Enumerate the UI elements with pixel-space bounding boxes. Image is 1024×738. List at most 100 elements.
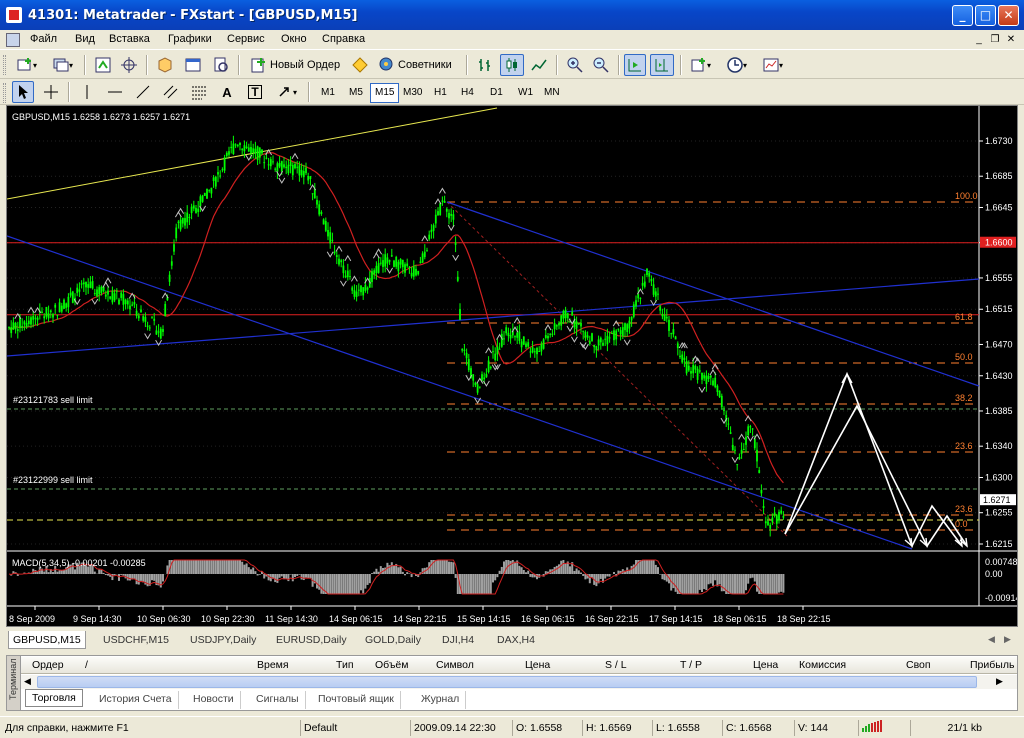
col-profit[interactable]: Прибыль — [970, 659, 1014, 671]
drawing-toolbar: A T ▾ M1 M5 M15 M30 H1 H4 D1 W1 MN — [0, 79, 1024, 105]
mdi-restore-button[interactable]: ❐ — [988, 33, 1002, 46]
metaeditor-button[interactable] — [350, 54, 370, 76]
cursor-tool[interactable] — [12, 81, 34, 103]
chart-tab-usdchf[interactable]: USDCHF,M15 — [99, 631, 173, 649]
terminal-tab-trade[interactable]: Торговля — [25, 689, 83, 707]
text-tool[interactable]: A — [216, 81, 238, 103]
fractal-marker — [570, 336, 578, 343]
fractal-marker — [144, 333, 152, 340]
arrows-tool[interactable]: ▾ — [272, 81, 302, 103]
menu-tools[interactable]: Сервис — [227, 33, 265, 45]
chart-tab-eurusd[interactable]: EURUSD,Daily — [272, 631, 351, 649]
menu-insert[interactable]: Вставка — [109, 33, 150, 45]
zoom-in-button[interactable] — [564, 54, 586, 76]
price-body — [276, 163, 279, 172]
timeframe-h4[interactable]: H4 — [456, 83, 479, 103]
vertical-line-tool[interactable] — [76, 81, 98, 103]
price-body — [307, 175, 310, 181]
col-volume[interactable]: Объём — [375, 659, 408, 671]
menu-help[interactable]: Справка — [322, 33, 365, 45]
text-label-tool[interactable]: T — [244, 81, 266, 103]
price-body — [360, 285, 362, 293]
candlestick-button[interactable] — [500, 54, 524, 76]
price-body — [489, 367, 492, 369]
terminal-tab-news[interactable]: Новости — [187, 691, 241, 709]
col-current-price[interactable]: Цена — [753, 659, 778, 671]
line-chart-button[interactable] — [528, 54, 550, 76]
col-sl[interactable]: S / L — [605, 659, 627, 671]
price-chart[interactable]: 1.6730 1.6685 1.6645 1.6600 1.6555 1.6515 1.64… — [6, 105, 1018, 627]
mdi-close-button[interactable]: ✕ — [1004, 33, 1018, 46]
chart-tab-gold[interactable]: GOLD,Daily — [361, 631, 425, 649]
col-swap[interactable]: Своп — [906, 659, 931, 671]
terminal-side[interactable]: Терминал — [7, 656, 21, 710]
price-body — [232, 143, 235, 155]
zoom-out-button[interactable] — [590, 54, 612, 76]
scroll-thumb[interactable] — [37, 676, 977, 688]
close-button[interactable]: ✕ — [998, 5, 1019, 26]
menu-file[interactable]: Файл — [30, 33, 57, 45]
new-chart-button[interactable]: ▾ — [12, 54, 42, 76]
fibonacci-tool[interactable] — [188, 81, 210, 103]
col-tp[interactable]: T / P — [680, 659, 702, 671]
market-watch-button[interactable] — [92, 54, 114, 76]
price-body — [199, 196, 202, 207]
terminal-tab-signals[interactable]: Сигналы — [250, 691, 306, 709]
col-commission[interactable]: Комиссия — [799, 659, 846, 671]
chart-tab-dax[interactable]: DAX,H4 — [493, 631, 539, 649]
chart-tab-dji[interactable]: DJI,H4 — [438, 631, 478, 649]
autoscroll-button[interactable] — [624, 54, 646, 76]
templates-button[interactable]: ▾ — [758, 54, 788, 76]
price-body — [168, 274, 171, 282]
horizontal-line-tool[interactable] — [104, 81, 126, 103]
channel-tool[interactable] — [160, 81, 182, 103]
new-order-button[interactable]: Новый Ордер — [246, 54, 346, 76]
terminal-tab-mailbox[interactable]: Почтовый ящик — [312, 691, 401, 709]
crosshair-move-button[interactable] — [118, 54, 140, 76]
col-price[interactable]: Цена — [525, 659, 550, 671]
time-label: 18 Sep 22:15 — [777, 614, 831, 624]
col-type[interactable]: Тип — [336, 659, 354, 671]
col-time[interactable]: Время — [257, 659, 289, 671]
timeframe-w1[interactable]: W1 — [513, 83, 538, 103]
menu-charts[interactable]: Графики — [168, 33, 212, 45]
chart-tab-usdjpy[interactable]: USDJPY,Daily — [186, 631, 260, 649]
price-body — [126, 300, 129, 305]
timeframe-d1[interactable]: D1 — [485, 83, 508, 103]
col-order[interactable]: Ордер — [32, 659, 64, 671]
trendline-tool[interactable] — [132, 81, 154, 103]
minimize-button[interactable]: _ — [952, 5, 973, 26]
chart-tab-gbpusd[interactable]: GBPUSD,M15 — [8, 631, 86, 649]
profiles-button[interactable]: ▾ — [48, 54, 78, 76]
terminal-tab-history[interactable]: История Счета — [93, 691, 179, 709]
experts-button[interactable]: Советники — [374, 54, 462, 76]
menu-window[interactable]: Окно — [281, 33, 307, 45]
navigator-button[interactable] — [154, 54, 176, 76]
document-icon[interactable] — [6, 33, 20, 47]
menu-view[interactable]: Вид — [75, 33, 95, 45]
timeframe-mn[interactable]: MN — [539, 83, 565, 103]
scroll-left-icon[interactable]: ◀ — [24, 676, 31, 687]
terminal-hscroll[interactable]: ◀ ▶ — [21, 675, 1017, 689]
strategy-tester-button[interactable] — [210, 54, 232, 76]
indicators-button[interactable]: ▾ — [686, 54, 716, 76]
timeframe-m5[interactable]: M5 — [344, 83, 368, 103]
timeframe-m30[interactable]: M30 — [398, 83, 427, 103]
crosshair-tool[interactable] — [40, 81, 62, 103]
col-symbol[interactable]: Символ — [436, 659, 474, 671]
mdi-minimize-button[interactable]: _ — [972, 33, 986, 46]
bar-chart-button[interactable] — [474, 54, 496, 76]
timeframe-m1[interactable]: M1 — [316, 83, 340, 103]
terminal-button[interactable] — [182, 54, 204, 76]
terminal-tab-journal[interactable]: Журнал — [415, 691, 467, 709]
scroll-right-icon[interactable]: ▶ — [996, 676, 1003, 687]
maximize-button[interactable]: □ — [975, 5, 996, 26]
timeframe-h1[interactable]: H1 — [429, 83, 452, 103]
chart-shift-button[interactable] — [650, 54, 674, 76]
tabs-scroll-left[interactable]: ◀ — [988, 634, 995, 645]
price-body — [742, 448, 745, 450]
price-body — [467, 359, 470, 371]
timeframe-m15[interactable]: M15 — [370, 83, 400, 103]
periods-button[interactable]: ▾ — [722, 54, 752, 76]
tabs-scroll-right[interactable]: ▶ — [1004, 634, 1011, 645]
